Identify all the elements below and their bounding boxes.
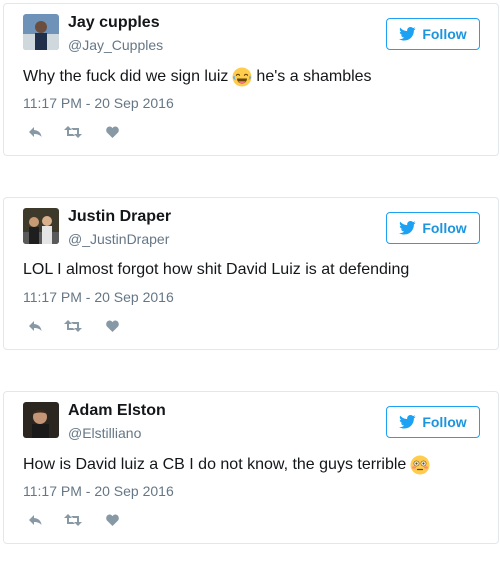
twitter-bird-icon	[399, 27, 416, 41]
tweet-card: Jay cupples @Jay_Cupples Follow Why the …	[3, 3, 499, 156]
like-heart-icon[interactable]	[106, 514, 119, 526]
reply-icon[interactable]	[28, 320, 43, 332]
user-handle[interactable]: @Jay_Cupples	[68, 37, 163, 53]
tweet-timestamp[interactable]: 11:17 PM - 20 Sep 2016	[23, 483, 174, 499]
tweet-card: Justin Draper @_JustinDraper Follow LOL …	[3, 197, 499, 350]
retweet-icon[interactable]	[64, 514, 82, 526]
display-name[interactable]: Adam Elston	[68, 402, 166, 420]
retweet-icon[interactable]	[64, 320, 82, 332]
follow-label: Follow	[422, 220, 467, 236]
tweet-text-before: LOL I almost forgot how shit David Luiz …	[23, 261, 410, 278]
follow-button[interactable]: Follow	[386, 212, 480, 244]
reply-icon[interactable]	[28, 126, 43, 138]
twitter-bird-icon	[399, 415, 416, 429]
tweet-text-after: he's a shambles	[256, 68, 372, 85]
tweet-timestamp[interactable]: 11:17 PM - 20 Sep 2016	[23, 289, 174, 305]
tweet-card: Adam Elston @Elstilliano Follow How is D…	[3, 391, 499, 544]
follow-button[interactable]: Follow	[386, 406, 480, 438]
tweet-timestamp[interactable]: 11:17 PM - 20 Sep 2016	[23, 95, 174, 111]
retweet-icon[interactable]	[64, 126, 82, 138]
reply-icon[interactable]	[28, 514, 43, 526]
follow-label: Follow	[422, 414, 467, 430]
avatar[interactable]	[23, 14, 59, 50]
twitter-bird-icon	[399, 221, 416, 235]
tweet-text: Why the fuck did we sign luiz he's a sha…	[23, 67, 372, 87]
tweet-text-before: How is David luiz a CB I do not know, th…	[23, 456, 407, 473]
tweet-text: How is David luiz a CB I do not know, th…	[23, 455, 434, 475]
user-handle[interactable]: @Elstilliano	[68, 425, 141, 441]
tweet-text-before: Why the fuck did we sign luiz	[23, 68, 229, 85]
display-name[interactable]: Jay cupples	[68, 14, 160, 32]
user-handle[interactable]: @_JustinDraper	[68, 231, 169, 247]
follow-button[interactable]: Follow	[386, 18, 480, 50]
tears-of-joy-emoji	[232, 67, 252, 87]
follow-label: Follow	[422, 26, 467, 42]
like-heart-icon[interactable]	[106, 320, 119, 332]
like-heart-icon[interactable]	[106, 126, 119, 138]
flushed-face-emoji	[410, 455, 430, 475]
avatar[interactable]	[23, 208, 59, 244]
tweet-text: LOL I almost forgot how shit David Luiz …	[23, 261, 409, 279]
avatar[interactable]	[23, 402, 59, 438]
display-name[interactable]: Justin Draper	[68, 208, 171, 226]
